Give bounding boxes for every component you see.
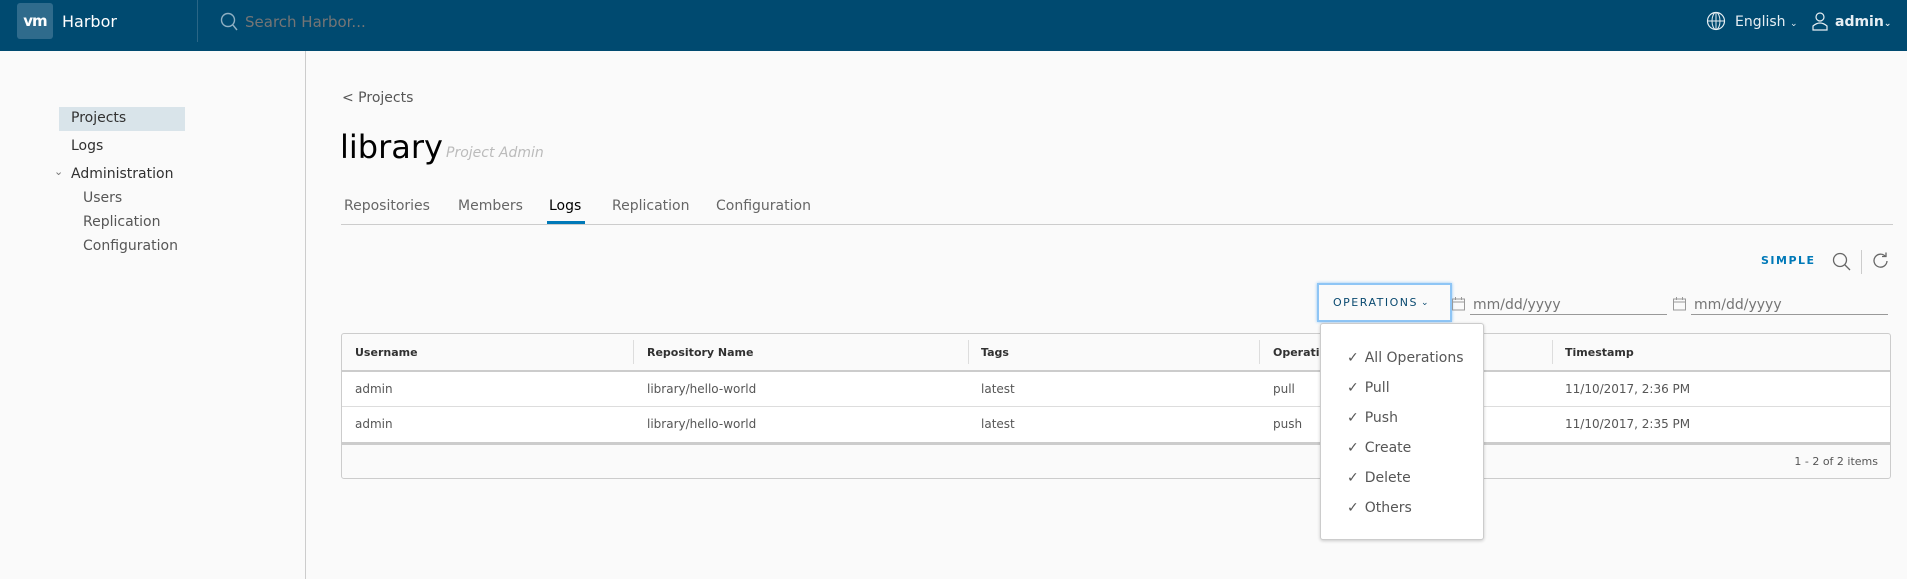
- table-row[interactable]: admin library/hello-world latest pull 11…: [342, 370, 1890, 406]
- simple-button[interactable]: SIMPLE: [1761, 254, 1816, 267]
- cell-username: admin: [355, 417, 393, 431]
- operations-label: OPERATIONS: [1333, 296, 1418, 309]
- menu-label: Others: [1364, 500, 1412, 516]
- table-row[interactable]: admin library/hello-world latest push 11…: [342, 406, 1890, 442]
- menu-item-all-operations[interactable]: ✓ All Operations: [1347, 350, 1464, 366]
- menu-label: Push: [1364, 410, 1398, 426]
- menu-label: All Operations: [1364, 350, 1464, 366]
- cell-username: admin: [355, 382, 393, 396]
- column-header-username[interactable]: Username: [355, 334, 418, 371]
- check-icon: ✓: [1347, 410, 1359, 426]
- vmware-logo[interactable]: vm: [17, 3, 53, 39]
- sidebar-item-replication[interactable]: Replication: [83, 214, 160, 230]
- cell-timestamp: 11/10/2017, 2:36 PM: [1565, 382, 1691, 396]
- language-label: English: [1735, 14, 1786, 30]
- top-nav: vm Harbor English ⌄ admin⌄: [0, 0, 1907, 51]
- pagination-info: 1 - 2 of 2 items: [1794, 455, 1878, 468]
- column-separator[interactable]: [1259, 340, 1260, 364]
- cell-operation: pull: [1273, 382, 1295, 396]
- chevron-down-icon: ⌄: [1883, 19, 1892, 29]
- page-title: library: [340, 128, 443, 166]
- language-selector[interactable]: English ⌄: [1735, 14, 1798, 30]
- chevron-down-icon: ⌄: [1790, 19, 1798, 29]
- sidebar-item-logs[interactable]: Logs: [71, 138, 103, 154]
- cell-timestamp: 11/10/2017, 2:35 PM: [1565, 417, 1691, 431]
- cell-tags: latest: [981, 417, 1015, 431]
- tab-divider: [341, 224, 1893, 225]
- column-separator[interactable]: [633, 340, 634, 364]
- tab-replication[interactable]: Replication: [612, 198, 689, 214]
- menu-label: Delete: [1364, 470, 1411, 486]
- sidebar-item-projects-label[interactable]: Projects: [71, 110, 126, 126]
- search-icon: [220, 12, 238, 31]
- search-icon[interactable]: [1832, 252, 1851, 271]
- column-separator[interactable]: [968, 340, 969, 364]
- menu-label: Pull: [1364, 380, 1390, 396]
- cell-tags: latest: [981, 382, 1015, 396]
- chevron-down-icon: ⌄: [1420, 297, 1430, 308]
- menu-item-delete[interactable]: ✓ Delete: [1347, 470, 1411, 486]
- end-date-input[interactable]: [1691, 295, 1888, 315]
- menu-item-push[interactable]: ✓ Push: [1347, 410, 1398, 426]
- tab-repositories[interactable]: Repositories: [344, 198, 430, 214]
- menu-label: Create: [1364, 440, 1412, 456]
- cell-repository: library/hello-world: [647, 382, 757, 396]
- operations-dropdown[interactable]: OPERATIONS ⌄: [1317, 283, 1452, 322]
- menu-item-create[interactable]: ✓ Create: [1347, 440, 1411, 456]
- sidebar-item-users[interactable]: Users: [83, 190, 122, 206]
- role-label: Project Admin: [446, 145, 544, 161]
- user-name: admin: [1835, 14, 1884, 30]
- calendar-icon[interactable]: [1452, 297, 1465, 311]
- check-icon: ✓: [1347, 440, 1359, 456]
- check-icon: ✓: [1347, 350, 1359, 366]
- tab-logs[interactable]: Logs: [549, 198, 581, 214]
- tab-members[interactable]: Members: [458, 198, 523, 214]
- sidebar-item-configuration[interactable]: Configuration: [83, 238, 178, 254]
- search-input[interactable]: [245, 13, 545, 31]
- logs-table: Username Repository Name Tags Operation …: [341, 333, 1891, 479]
- column-header-repository[interactable]: Repository Name: [647, 334, 753, 371]
- column-separator[interactable]: [1552, 340, 1553, 364]
- tab-configuration[interactable]: Configuration: [716, 198, 811, 214]
- cell-operation: push: [1273, 417, 1303, 431]
- check-icon: ✓: [1347, 470, 1359, 486]
- start-date-input[interactable]: [1470, 295, 1667, 315]
- brand-name[interactable]: Harbor: [62, 12, 117, 31]
- divider: [197, 0, 198, 42]
- menu-item-others[interactable]: ✓ Others: [1347, 500, 1412, 516]
- divider: [1861, 250, 1862, 274]
- calendar-icon[interactable]: [1673, 297, 1686, 311]
- menu-item-pull[interactable]: ✓ Pull: [1347, 380, 1390, 396]
- breadcrumb-projects[interactable]: < Projects: [342, 90, 413, 106]
- cell-repository: library/hello-world: [647, 417, 757, 431]
- column-header-tags[interactable]: Tags: [981, 334, 1009, 371]
- check-icon: ✓: [1347, 380, 1359, 396]
- table-footer-divider: [342, 442, 1890, 445]
- active-tab-indicator: [547, 221, 585, 224]
- sidebar-item-administration[interactable]: Administration: [71, 166, 173, 182]
- sidebar-divider: [305, 51, 306, 579]
- user-menu[interactable]: admin⌄: [1835, 14, 1891, 30]
- globe-icon: [1706, 11, 1726, 31]
- column-header-timestamp[interactable]: Timestamp: [1565, 334, 1634, 371]
- check-icon: ✓: [1347, 500, 1359, 516]
- user-icon: [1812, 12, 1828, 31]
- refresh-icon[interactable]: [1872, 252, 1889, 269]
- chevron-down-icon[interactable]: ⌄: [54, 165, 63, 178]
- operations-menu: ✓ All Operations ✓ Pull ✓ Push ✓ Create ✓ Del…: [1320, 323, 1484, 540]
